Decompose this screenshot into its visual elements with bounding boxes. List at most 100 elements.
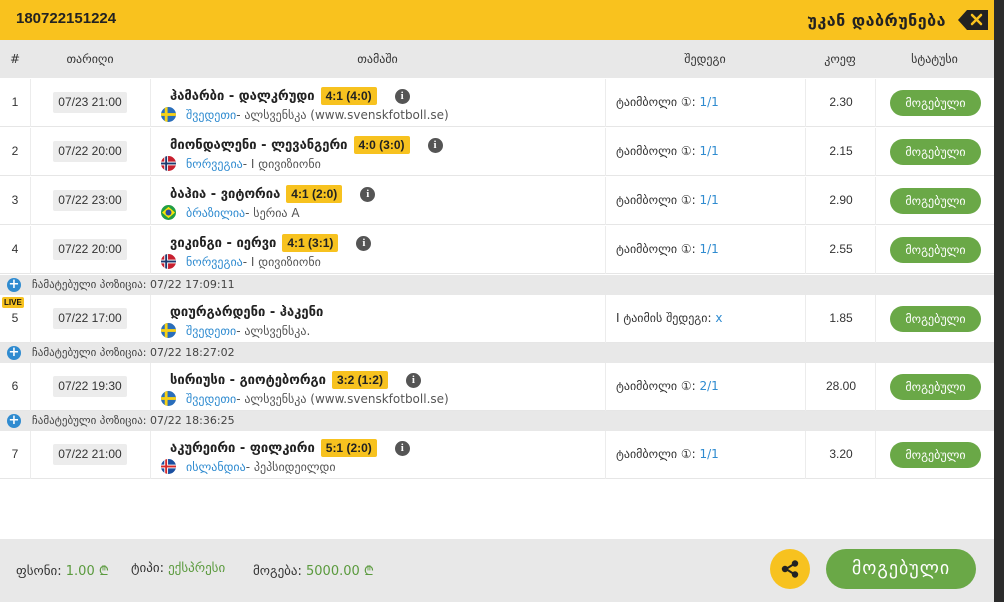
col-header-num: # <box>9 52 21 66</box>
added-position-note: + ჩამატებული პოზიცია: 07/22 18:27:02 <box>0 343 994 363</box>
info-icon[interactable]: i <box>427 137 443 153</box>
sweden-flag-icon <box>161 391 176 406</box>
outcome-label: ტაიმბოლი ①: <box>616 144 700 158</box>
share-icon <box>781 560 799 578</box>
league-country[interactable]: შვედეთი <box>186 108 236 122</box>
league-name: - I დივიზიონი <box>242 254 321 269</box>
match-teams: ბაჰია - ვიტორია <box>170 186 281 202</box>
col-header-match: თამაში <box>357 52 398 66</box>
table-row: 1 07/23 21:00 ჰამარბი - დალკრუდი 4:1 (4:… <box>0 79 994 127</box>
col-header-status: სტატუსი <box>911 52 958 66</box>
league-country[interactable]: ნორვეგია <box>186 157 243 171</box>
plus-icon[interactable]: + <box>7 346 21 360</box>
league-country[interactable]: შვედეთი <box>186 392 236 406</box>
outcome-value: 1/1 <box>699 447 719 461</box>
odds-value: 2.15 <box>829 144 853 158</box>
league-name: - ალსვენსკა. <box>236 323 311 338</box>
win-value: 5000.00 ₾ <box>306 564 374 579</box>
plus-icon[interactable]: + <box>7 278 21 292</box>
status-badge[interactable]: მოგებული <box>890 188 981 214</box>
match-date: 07/22 19:30 <box>53 376 127 397</box>
status-badge[interactable]: მოგებული <box>890 90 981 116</box>
result-won-button[interactable]: მოგებული <box>826 549 976 589</box>
status-badge[interactable]: მოგებული <box>890 139 981 165</box>
league-country[interactable]: ისლანდია <box>186 460 246 474</box>
sweden-flag-icon <box>161 323 176 338</box>
row-number: 6 <box>11 379 19 393</box>
league-line: შვედეთი - ალსვენსკა. <box>161 323 310 338</box>
bet-outcome: ტაიმბოლი ①: 1/1 <box>616 95 719 109</box>
league-line: ნორვეგია - I დივიზიონი <box>161 254 321 269</box>
match-title: დიურგარდენი - ჰაკენი <box>170 302 323 322</box>
col-header-odds: კოეფ <box>824 52 856 66</box>
share-button[interactable] <box>770 549 810 589</box>
outcome-label: ტაიმბოლი ①: <box>616 379 700 393</box>
win-label: მოგება: <box>253 564 307 579</box>
bet-outcome: ტაიმბოლი ①: 1/1 <box>616 447 719 461</box>
bet-outcome: I ტაიმის შედეგი: x <box>616 311 722 325</box>
match-teams: ვიკინგი - იერვი <box>170 235 277 251</box>
match-teams: დიურგარდენი - ჰაკენი <box>170 304 324 320</box>
ticket-footer: ფსონი: 1.00 ₾ ტიპი: ექსპრესი მოგება: 500… <box>0 539 994 602</box>
match-title: ვიკინგი - იერვი 4:1 (3:1) i <box>170 233 372 253</box>
table-row: 7 07/22 21:00 აკურეირი - ფილკირი 5:1 (2:… <box>0 431 994 479</box>
bet-outcome: ტაიმბოლი ①: 2/1 <box>616 379 719 393</box>
status-badge[interactable]: მოგებული <box>890 374 981 400</box>
plus-icon[interactable]: + <box>7 414 21 428</box>
match-score: 4:1 (2:0) <box>286 185 343 203</box>
norway-flag-icon <box>161 156 176 171</box>
norway-flag-icon <box>161 254 176 269</box>
row-number: 4 <box>11 242 19 256</box>
live-badge: LIVE <box>2 297 24 308</box>
outcome-value: 1/1 <box>699 242 719 256</box>
outcome-value: 1/1 <box>699 193 719 207</box>
league-country[interactable]: ბრაზილია <box>186 206 245 220</box>
league-name: - პეპსიდეილდი <box>245 459 336 474</box>
match-title: მიონდალენი - ლევანგერი 4:0 (3:0) i <box>170 135 443 155</box>
win-info: მოგება: 5000.00 ₾ <box>253 561 374 579</box>
odds-value: 2.55 <box>829 242 853 256</box>
match-title: სირიუსი - გიოტებორგი 3:2 (1:2) i <box>170 370 421 390</box>
status-badge[interactable]: მოგებული <box>890 306 981 332</box>
info-icon[interactable]: i <box>394 88 410 104</box>
info-icon[interactable]: i <box>405 372 421 388</box>
bet-outcome: ტაიმბოლი ①: 1/1 <box>616 242 719 256</box>
added-position-note: + ჩამატებული პოზიცია: 07/22 17:09:11 <box>0 275 994 295</box>
table-row: 4 07/22 20:00 ვიკინგი - იერვი 4:1 (3:1) … <box>0 226 994 274</box>
league-name: - ალსვენსკა (www.svenskfotboll.se) <box>236 107 449 122</box>
status-badge[interactable]: მოგებული <box>890 442 981 468</box>
outcome-value: 1/1 <box>699 95 719 109</box>
match-teams: ჰამარბი - დალკრუდი <box>170 88 315 104</box>
row-number: 5 <box>11 311 19 325</box>
type-label: ტიპი: <box>131 561 169 576</box>
match-date: 07/22 20:00 <box>53 239 127 260</box>
outcome-label: ტაიმბოლი ①: <box>616 95 700 109</box>
back-button[interactable]: უკან დაბრუნება <box>807 5 988 35</box>
match-teams: აკურეირი - ფილკირი <box>170 440 315 456</box>
status-badge[interactable]: მოგებული <box>890 237 981 263</box>
table-row: 6 07/22 19:30 სირიუსი - გიოტებორგი 3:2 (… <box>0 363 994 411</box>
info-icon[interactable]: i <box>394 440 410 456</box>
bet-outcome: ტაიმბოლი ①: 1/1 <box>616 144 719 158</box>
backspace-icon <box>958 10 988 30</box>
type-info: ტიპი: ექსპრესი <box>131 561 225 576</box>
match-score: 3:2 (1:2) <box>331 371 388 389</box>
iceland-flag-icon <box>161 459 176 474</box>
info-icon[interactable]: i <box>360 186 376 202</box>
bet-ticket-panel: 180722151224 უკან დაბრუნება # თარიღი თამ… <box>0 0 994 602</box>
league-country[interactable]: ნორვეგია <box>186 255 243 269</box>
table-row: 2 07/22 20:00 მიონდალენი - ლევანგერი 4:0… <box>0 128 994 176</box>
league-name: - ალსვენსკა (www.svenskfotboll.se) <box>236 391 449 406</box>
match-score: 4:1 (3:1) <box>282 234 339 252</box>
ticket-id: 180722151224 <box>16 10 117 27</box>
type-value: ექსპრესი <box>168 561 226 576</box>
match-date: 07/23 21:00 <box>53 92 127 113</box>
top-bar: 180722151224 უკან დაბრუნება <box>0 0 994 40</box>
league-country[interactable]: შვედეთი <box>186 324 236 338</box>
odds-value: 3.20 <box>829 447 853 461</box>
back-label: უკან დაბრუნება <box>807 10 946 30</box>
league-line: ბრაზილია - სერია A <box>161 205 300 220</box>
stake-label: ფსონი: <box>16 564 66 579</box>
bet-outcome: ტაიმბოლი ①: 1/1 <box>616 193 719 207</box>
info-icon[interactable]: i <box>356 235 372 251</box>
